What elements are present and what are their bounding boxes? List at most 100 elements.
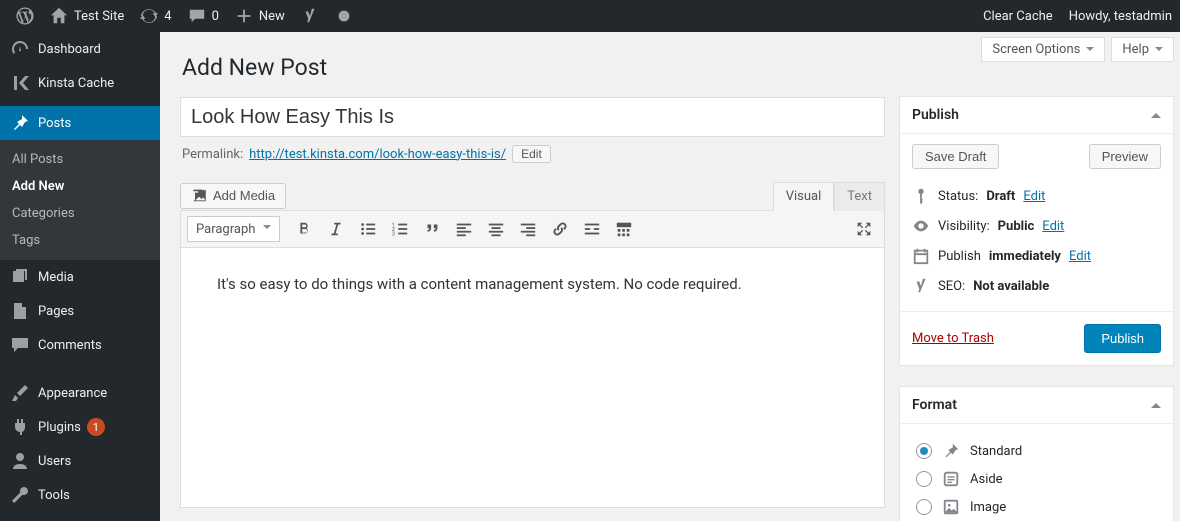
visibility-edit-link[interactable]: Edit bbox=[1042, 219, 1064, 234]
clear-cache-link[interactable]: Clear Cache bbox=[983, 9, 1053, 24]
radio-checked-icon bbox=[916, 443, 932, 459]
permalink-edit-button[interactable]: Edit bbox=[512, 145, 551, 163]
aside-icon bbox=[942, 470, 960, 488]
eye-icon bbox=[912, 217, 930, 235]
editor-toolbar: Paragraph 123 bbox=[180, 210, 885, 248]
screen-options-button[interactable]: Screen Options bbox=[981, 37, 1105, 62]
format-label: Aside bbox=[970, 472, 1003, 487]
help-button[interactable]: Help bbox=[1111, 37, 1174, 62]
format-select[interactable]: Paragraph bbox=[187, 216, 280, 242]
kinsta-icon bbox=[10, 73, 30, 93]
align-right-button[interactable] bbox=[514, 215, 542, 243]
wp-logo[interactable] bbox=[8, 0, 42, 32]
caret-down-icon bbox=[1086, 47, 1094, 55]
user-icon bbox=[10, 451, 30, 471]
menu-users[interactable]: Users bbox=[0, 444, 160, 478]
tab-text[interactable]: Text bbox=[834, 182, 885, 211]
more-button[interactable] bbox=[578, 215, 606, 243]
menu-label: Plugins bbox=[38, 420, 81, 435]
seo-label: SEO: bbox=[938, 279, 965, 294]
schedule-line: Publish immediately Edit bbox=[912, 241, 1161, 271]
menu-label: Kinsta Cache bbox=[38, 76, 114, 91]
submenu-tags[interactable]: Tags bbox=[0, 227, 160, 254]
align-center-button[interactable] bbox=[482, 215, 510, 243]
menu-pages[interactable]: Pages bbox=[0, 294, 160, 328]
new-link[interactable]: New bbox=[227, 0, 293, 32]
publish-title: Publish bbox=[912, 107, 959, 123]
preview-button[interactable]: Preview bbox=[1089, 144, 1161, 169]
radio-icon bbox=[916, 471, 932, 487]
format-label: Image bbox=[970, 500, 1006, 515]
toolbar-toggle-button[interactable] bbox=[610, 215, 638, 243]
format-heading[interactable]: Format bbox=[900, 387, 1173, 424]
plus-icon bbox=[235, 7, 253, 25]
main-area: Screen Options Help Add New Post Permali… bbox=[160, 32, 1180, 521]
site-link[interactable]: Test Site bbox=[42, 0, 132, 32]
admin-sidebar: Dashboard Kinsta Cache Posts All Posts A… bbox=[0, 32, 160, 521]
dashboard-icon bbox=[10, 39, 30, 59]
seo-value: Not available bbox=[973, 279, 1049, 294]
status-indicator[interactable] bbox=[327, 0, 361, 32]
page-title: Add New Post bbox=[182, 54, 885, 81]
menu-label: Users bbox=[38, 454, 71, 469]
post-title-input[interactable] bbox=[180, 97, 885, 137]
schedule-edit-link[interactable]: Edit bbox=[1069, 249, 1091, 264]
comments-link[interactable]: 0 bbox=[180, 0, 227, 32]
menu-kinsta[interactable]: Kinsta Cache bbox=[0, 66, 160, 100]
updates-count: 4 bbox=[164, 9, 171, 24]
permalink-link[interactable]: http://test.kinsta.com/look-how-easy-thi… bbox=[249, 147, 506, 162]
menu-label: Pages bbox=[38, 304, 74, 319]
schedule-value: immediately bbox=[989, 249, 1061, 264]
ul-button[interactable] bbox=[354, 215, 382, 243]
align-left-button[interactable] bbox=[450, 215, 478, 243]
updates-link[interactable]: 4 bbox=[132, 0, 179, 32]
submenu-all-posts[interactable]: All Posts bbox=[0, 146, 160, 173]
submenu-add-new[interactable]: Add New bbox=[0, 173, 160, 200]
move-to-trash-link[interactable]: Move to Trash bbox=[912, 331, 994, 346]
publish-button[interactable]: Publish bbox=[1084, 324, 1161, 353]
circle-icon bbox=[335, 7, 353, 25]
publish-heading[interactable]: Publish bbox=[900, 97, 1173, 134]
add-media-button[interactable]: Add Media bbox=[180, 183, 286, 209]
media-icon bbox=[10, 267, 30, 287]
editor-column: Add New Post Permalink: http://test.kins… bbox=[180, 32, 885, 508]
permalink-label: Permalink: bbox=[182, 147, 243, 162]
status-edit-link[interactable]: Edit bbox=[1023, 189, 1045, 204]
publish-metabox: Publish Save Draft Preview Status: Draft… bbox=[899, 96, 1174, 366]
comments-icon bbox=[10, 335, 30, 355]
save-draft-button[interactable]: Save Draft bbox=[912, 144, 999, 169]
caret-up-icon bbox=[1151, 398, 1161, 408]
howdy-link[interactable]: Howdy, testadmin bbox=[1069, 9, 1172, 24]
new-label: New bbox=[259, 9, 285, 24]
menu-label: Media bbox=[38, 270, 74, 285]
editor-body[interactable]: It's so easy to do things with a content… bbox=[180, 248, 885, 508]
refresh-icon bbox=[140, 7, 158, 25]
format-value: Paragraph bbox=[196, 222, 255, 237]
menu-dashboard[interactable]: Dashboard bbox=[0, 32, 160, 66]
admin-bar: Test Site 4 0 New Clear Cache Howdy, tes… bbox=[0, 0, 1180, 32]
status-value: Draft bbox=[986, 189, 1015, 204]
menu-comments[interactable]: Comments bbox=[0, 328, 160, 362]
menu-media[interactable]: Media bbox=[0, 260, 160, 294]
format-aside[interactable]: Aside bbox=[916, 470, 1157, 488]
link-button[interactable] bbox=[546, 215, 574, 243]
quote-button[interactable] bbox=[418, 215, 446, 243]
menu-posts[interactable]: Posts bbox=[0, 106, 160, 140]
radio-icon bbox=[916, 499, 932, 515]
tab-visual[interactable]: Visual bbox=[773, 182, 835, 211]
ol-button[interactable]: 123 bbox=[386, 215, 414, 243]
italic-button[interactable] bbox=[322, 215, 350, 243]
posts-submenu: All Posts Add New Categories Tags bbox=[0, 140, 160, 260]
svg-text:3: 3 bbox=[392, 231, 395, 237]
fullscreen-button[interactable] bbox=[850, 215, 878, 243]
format-image[interactable]: Image bbox=[916, 498, 1157, 516]
format-standard[interactable]: Standard bbox=[916, 442, 1157, 460]
pin-icon bbox=[10, 113, 30, 133]
submenu-categories[interactable]: Categories bbox=[0, 200, 160, 227]
bold-button[interactable] bbox=[290, 215, 318, 243]
menu-plugins[interactable]: Plugins 1 bbox=[0, 410, 160, 444]
screen-options-row: Screen Options Help bbox=[981, 37, 1174, 62]
menu-tools[interactable]: Tools bbox=[0, 478, 160, 512]
yoast-link[interactable] bbox=[293, 0, 327, 32]
menu-appearance[interactable]: Appearance bbox=[0, 376, 160, 410]
